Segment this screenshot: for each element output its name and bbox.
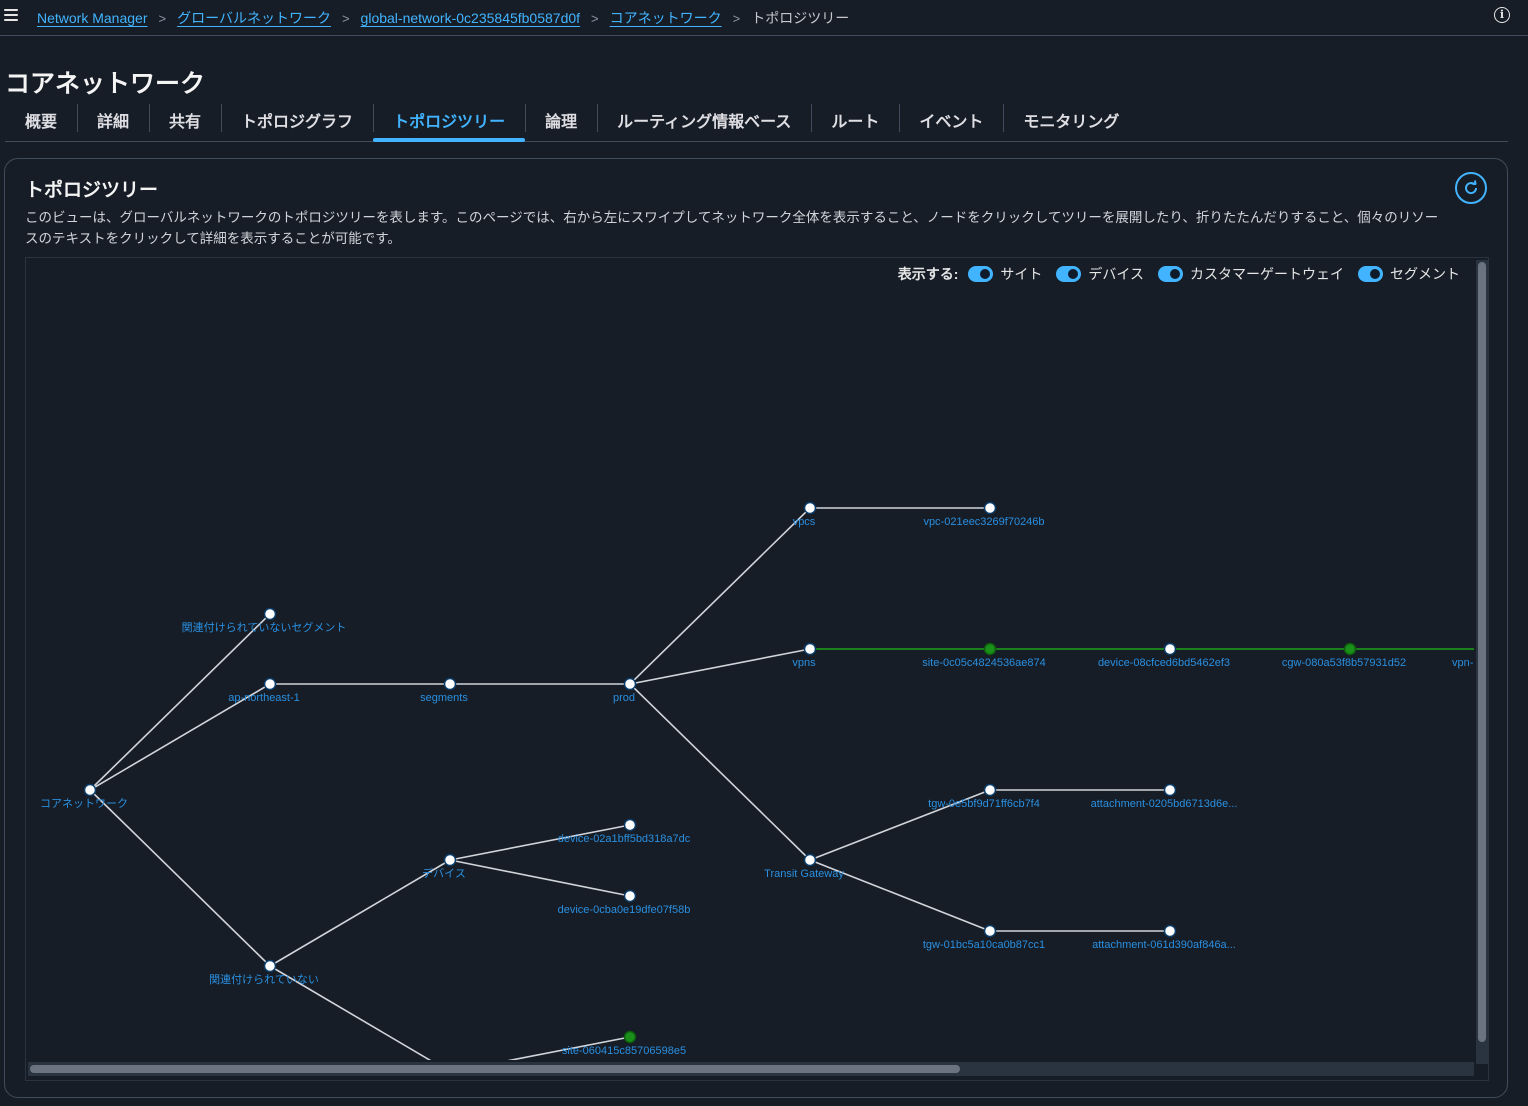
tree-edge (629, 648, 811, 685)
breadcrumb-current: トポロジツリー (751, 10, 850, 26)
tree-node-segments[interactable] (443, 677, 457, 691)
tab-bar: 概要 詳細 共有 トポロジグラフ トポロジツリー 論理 ルーティング情報ベース ルート イベント… (5, 100, 1508, 142)
tree-edge (629, 507, 811, 685)
toggle-switch[interactable] (1358, 266, 1383, 282)
tree-node-label-segments[interactable]: segments (420, 692, 468, 704)
tree-node-unassoc_seg[interactable] (263, 607, 277, 621)
tab-7[interactable]: ルート (811, 100, 899, 140)
tree-node-label-vpns[interactable]: vpns (792, 657, 816, 669)
info-icon[interactable]: i (1494, 7, 1510, 23)
tab-0[interactable]: 概要 (5, 100, 77, 140)
refresh-icon (1465, 180, 1478, 195)
panel-description: このビューは、グローバルネットワークのトポロジツリーを表します。このページでは、… (25, 210, 1439, 246)
topology-tree-viewport[interactable]: 表示する: サイト デバイス カスタマーゲートウェイ セグメント コアネットワーク 関連… (25, 257, 1489, 1106)
tree-node-tgw2[interactable] (983, 924, 997, 938)
tree-node-label-site_a[interactable]: site-0c05c4824536ae874 (922, 657, 1046, 669)
chevron-right-icon: > (732, 10, 741, 26)
tree-node-vpns[interactable] (803, 642, 817, 656)
display-filters-label: 表示する: (897, 266, 959, 282)
page-title: コアネットワーク (5, 70, 206, 98)
breadcrumb-network-manager[interactable]: Network Manager (37, 10, 148, 26)
tree-node-label-unassoc[interactable]: 関連付けられていない (209, 972, 319, 986)
tree-node-tgw[interactable] (803, 853, 817, 867)
toggle-switch[interactable] (1158, 266, 1183, 282)
tree-node-att2[interactable] (1163, 924, 1177, 938)
tree-node-label-prod[interactable]: prod (613, 692, 635, 704)
tab-9[interactable]: モニタリング (1003, 100, 1139, 140)
top-navigation-bar: Network Manager > グローバルネットワーク > global-n… (0, 0, 1528, 36)
filter-toggle-label: サイト (1000, 266, 1043, 282)
breadcrumb-global-network[interactable]: グローバルネットワーク (177, 8, 331, 28)
tree-node-label-vpcs[interactable]: vpcs (793, 516, 816, 528)
chevron-right-icon: > (591, 10, 599, 26)
filter-toggle-2[interactable]: カスタマーゲートウェイ (1158, 264, 1344, 284)
tree-edge (449, 859, 631, 897)
tree-node-att1[interactable] (1163, 783, 1177, 797)
tree-node-label-site1[interactable]: site-060415c85706598e5 (562, 1045, 686, 1057)
tree-node-label-devices[interactable]: デバイス (422, 866, 466, 880)
tab-5[interactable]: 論理 (525, 100, 597, 140)
filter-toggle-label: セグメント (1390, 266, 1460, 282)
tree-node-site_a[interactable] (983, 642, 997, 656)
topology-tree-diagram[interactable]: コアネットワーク関連付けられていないセグメントap-northeast-1 seg… (26, 258, 1474, 1106)
filter-toggle-1[interactable]: デバイス (1056, 264, 1144, 284)
tree-node-label-dev2[interactable]: device-0cba0e19dfe07f58b (558, 904, 691, 916)
tree-node-label-tgw2[interactable]: tgw-01bc5a10ca0b87cc1 (923, 939, 1045, 951)
filter-toggle-3[interactable]: セグメント (1358, 264, 1460, 284)
tree-node-root[interactable] (83, 783, 97, 797)
tree-node-label-device_a[interactable]: device-08cfced6bd5462ef3 (1098, 657, 1230, 669)
tab-1[interactable]: 詳細 (77, 100, 149, 140)
tree-node-tgw1[interactable] (983, 783, 997, 797)
filter-toggle-label: デバイス (1088, 266, 1144, 282)
tree-node-cgw_a[interactable] (1343, 642, 1357, 656)
tree-node-label-root[interactable]: コアネットワーク (40, 797, 128, 810)
tree-node-site1[interactable] (623, 1030, 637, 1044)
horizontal-scrollbar-thumb[interactable] (30, 1065, 960, 1073)
display-filters: 表示する: サイト デバイス カスタマーゲートウェイ セグメント (898, 264, 1460, 284)
tab-2[interactable]: 共有 (149, 100, 221, 140)
toggle-switch[interactable] (1056, 266, 1082, 282)
tab-8[interactable]: イベント (899, 100, 1003, 140)
tree-node-dev2[interactable] (623, 889, 637, 903)
tree-node-label-vpc1[interactable]: vpc-021eec3269f70246b (923, 516, 1044, 528)
tree-node-label-att1[interactable]: attachment-0205bd6713d6e... (1091, 798, 1238, 810)
tree-edge (89, 789, 271, 967)
tree-node-label-region[interactable]: ap-northeast-1 (228, 692, 300, 704)
tree-node-devices[interactable] (443, 853, 457, 867)
tree-node-region[interactable] (263, 677, 277, 691)
tree-node-vpcs[interactable] (803, 501, 817, 515)
vertical-scrollbar[interactable] (1476, 260, 1488, 1064)
breadcrumb-core-network[interactable]: コアネットワーク (610, 8, 722, 28)
tab-3[interactable]: トポロジグラフ (221, 100, 373, 140)
tree-node-label-dev1[interactable]: device-02a1bff5bd318a7dc (558, 833, 691, 845)
vertical-scrollbar-thumb[interactable] (1478, 262, 1486, 1042)
tree-node-label-tgw[interactable]: Transit Gateway (764, 868, 844, 880)
chevron-right-icon: > (341, 10, 350, 26)
refresh-button[interactable] (1455, 172, 1487, 204)
topology-tree-panel: トポロジツリー このビューは、グローバルネットワークのトポロジツリーを表します。… (4, 158, 1508, 1106)
toggle-switch[interactable] (968, 266, 994, 282)
tree-node-device_a[interactable] (1163, 642, 1177, 656)
hamburger-menu-icon[interactable] (4, 9, 18, 21)
tree-node-prod[interactable] (623, 677, 637, 691)
horizontal-scrollbar[interactable] (28, 1062, 1474, 1076)
tab-6[interactable]: ルーティング情報ベース (597, 100, 811, 140)
chevron-right-icon: > (158, 10, 167, 26)
tree-node-unassoc[interactable] (263, 959, 277, 973)
tab-4[interactable]: トポロジツリー (373, 100, 526, 142)
breadcrumb: Network Manager > グローバルネットワーク > global-n… (37, 8, 849, 28)
tree-node-label-tgw1[interactable]: tgw-0e5bf9d71ff6cb7f4 (928, 798, 1040, 810)
filter-toggle-0[interactable]: サイト (968, 264, 1042, 284)
tree-node-label-vpn_a[interactable]: vpn- (1452, 657, 1474, 669)
tree-node-label-cgw_a[interactable]: cgw-080a53f8b57931d52 (1282, 657, 1406, 669)
breadcrumb-global-network-id[interactable]: global-network-0c235845fb0587d0f (361, 10, 581, 26)
tree-node-vpc1[interactable] (983, 501, 997, 515)
panel-title: トポロジツリー (25, 180, 159, 201)
tree-node-label-att2[interactable]: attachment-061d390af846a... (1092, 939, 1236, 951)
filter-toggle-label: カスタマーゲートウェイ (1190, 266, 1344, 282)
tree-node-label-unassoc_seg[interactable]: 関連付けられていないセグメント (182, 620, 347, 634)
tree-node-dev1[interactable] (623, 818, 637, 832)
